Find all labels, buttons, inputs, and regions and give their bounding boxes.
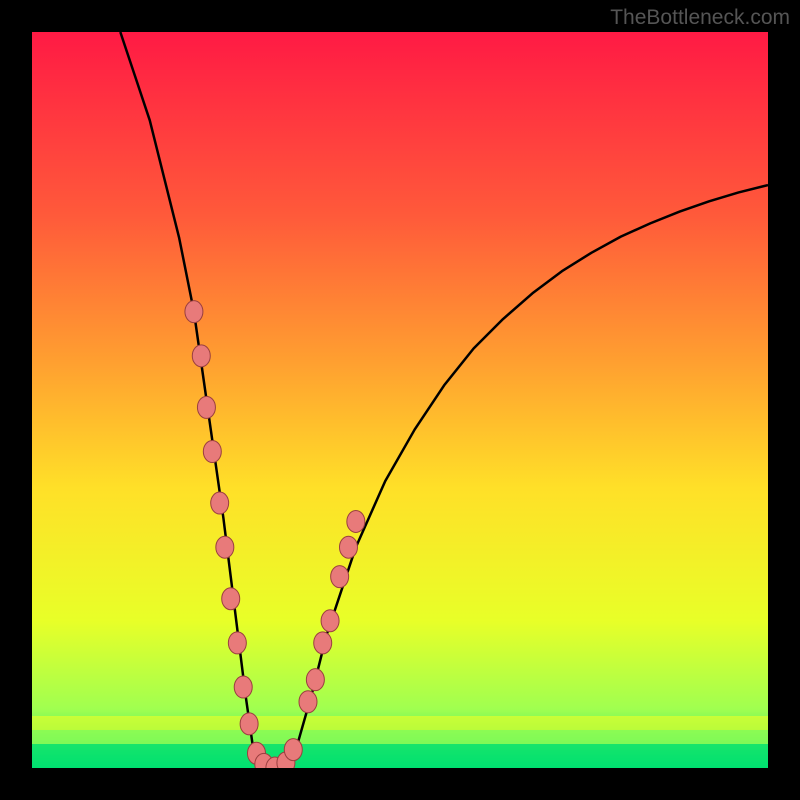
data-marker (228, 632, 246, 654)
chart-svg (32, 32, 768, 768)
data-marker (240, 713, 258, 735)
data-marker (339, 536, 357, 558)
plot-area (32, 32, 768, 768)
watermark-text: TheBottleneck.com (610, 6, 790, 30)
data-marker (331, 566, 349, 588)
data-marker (299, 691, 317, 713)
data-marker (192, 345, 210, 367)
data-marker (284, 739, 302, 761)
data-marker (203, 441, 221, 463)
data-marker (185, 301, 203, 323)
data-marker (197, 396, 215, 418)
bottom-band (32, 730, 768, 744)
data-marker (347, 510, 365, 532)
data-marker (211, 492, 229, 514)
data-marker (306, 669, 324, 691)
data-marker (216, 536, 234, 558)
data-marker (321, 610, 339, 632)
data-marker (314, 632, 332, 654)
gradient-background (32, 32, 768, 768)
data-marker (222, 588, 240, 610)
chart-container: TheBottleneck.com (0, 0, 800, 800)
bottom-band (32, 716, 768, 730)
data-marker (234, 676, 252, 698)
bottom-band (32, 744, 768, 768)
